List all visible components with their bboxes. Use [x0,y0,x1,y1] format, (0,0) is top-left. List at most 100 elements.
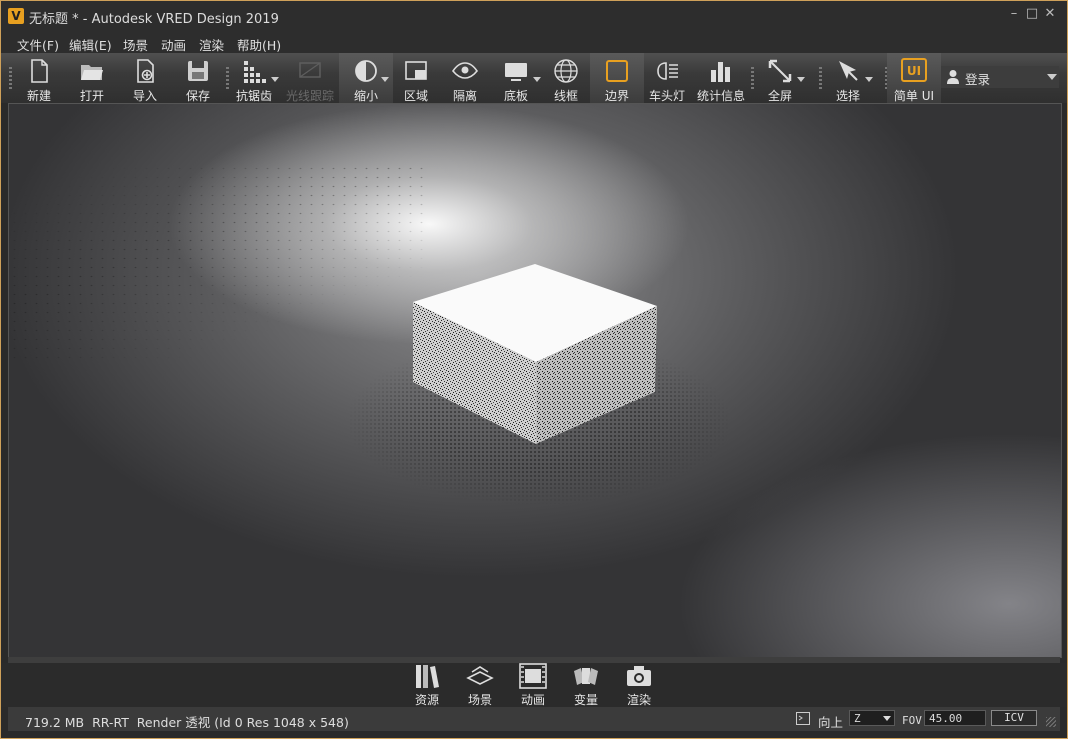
antialias-button[interactable]: 抗锯齿 [227,53,281,103]
zoom-button[interactable]: 缩小 [339,53,393,103]
statistics-label: 统计信息 [696,89,745,103]
render-label: 渲染 [626,693,651,707]
raytrace-label: 光线跟踪 [285,89,334,103]
isolate-label: 隔离 [452,89,477,103]
save-label: 保存 [185,89,210,103]
import-icon [137,59,154,83]
resize-grip-icon[interactable] [1046,717,1056,727]
login-dropdown[interactable]: 登录 [941,66,1059,88]
scene-button[interactable]: 场景 [455,663,505,707]
antialias-grid-icon [244,61,266,83]
bar-chart-icon [711,62,730,82]
bottom-dock: 资源 场景 动画 变量 渲染 [1,663,1067,707]
fov-input[interactable]: 45.00 [924,710,986,726]
title-bar: V 无标题 * - Autodesk VRED Design 2019 – □ … [1,1,1067,31]
isolate-button[interactable]: 隔离 [438,53,492,103]
icv-button[interactable]: ICV [991,710,1037,726]
simple-ui-label: 简单 UI [893,89,935,103]
scene-box-object[interactable] [9,104,1061,657]
statistics-button[interactable]: 统计信息 [694,53,748,103]
new-file-icon [31,59,48,83]
minimize-button[interactable]: – [1007,7,1021,21]
select-cursor-icon [839,61,858,81]
chevron-down-icon[interactable] [865,77,873,82]
boundary-box-icon [606,60,628,82]
variants-label: 变量 [573,693,598,707]
new-button[interactable]: 新建 [12,53,66,103]
close-button[interactable]: ✕ [1043,7,1057,21]
open-folder-icon [81,65,103,80]
menu-bar: 文件(F) 编辑(E) 场景 动画 渲染 帮助(H) [1,31,1067,53]
open-button[interactable]: 打开 [65,53,119,103]
status-info: 719.2 MB RR-RT Render 透视 (Id 0 Res 1048 … [25,715,349,730]
chevron-down-icon[interactable] [271,77,279,82]
chevron-down-icon[interactable] [381,77,389,82]
assets-label: 资源 [414,693,439,707]
import-button[interactable]: 导入 [118,53,172,103]
floor-monitor-icon [505,63,527,81]
scene-label: 场景 [467,693,492,707]
up-axis-label: 向上 [818,715,844,730]
region-button[interactable]: 区域 [389,53,443,103]
headlight-button[interactable]: 车头灯 [640,53,694,103]
boundary-button[interactable]: 边界 [590,53,644,103]
simple-ui-icon: UI [901,58,927,82]
status-bar: 719.2 MB RR-RT Render 透视 (Id 0 Res 1048 … [8,707,1060,731]
assets-books-icon [416,665,439,688]
antialias-label: 抗锯齿 [235,89,272,103]
wireframe-label: 线框 [553,89,578,103]
app-window: V 无标题 * - Autodesk VRED Design 2019 – □ … [1,1,1067,738]
vred-logo-icon: V [8,8,24,24]
menu-scene[interactable]: 场景 [123,35,148,54]
login-label: 登录 [965,72,991,87]
menu-edit[interactable]: 编辑(E) [69,35,112,54]
eye-icon [452,62,478,79]
boundary-label: 边界 [604,89,629,103]
headlight-icon [657,62,678,80]
chevron-down-icon [883,716,891,721]
wireframe-button[interactable]: 线框 [539,53,593,103]
animation-label: 动画 [520,693,545,707]
variants-cards-icon [574,668,598,685]
fullscreen-label: 全屏 [767,89,792,103]
user-icon [947,70,959,84]
contrast-circle-icon [355,60,377,82]
fov-label: FOV [902,714,922,727]
wireframe-globe-icon [554,59,578,83]
import-label: 导入 [132,89,157,103]
floor-button[interactable]: 底板 [489,53,543,103]
save-disk-icon [188,61,208,81]
raytrace-icon [299,62,321,78]
menu-file[interactable]: 文件(F) [17,35,59,54]
terminal-icon[interactable] [796,712,810,725]
zoom-label: 缩小 [353,89,378,103]
raytrace-button[interactable]: 光线跟踪 [283,53,337,103]
headlight-label: 车头灯 [648,89,685,103]
save-button[interactable]: 保存 [171,53,225,103]
menu-render[interactable]: 渲染 [199,35,224,54]
scene-layers-icon [466,666,494,685]
simple-ui-button[interactable]: UI 简单 UI [887,53,941,103]
up-axis-value: Z [854,712,861,725]
main-toolbar: 新建 打开 导入 保存 抗锯齿 光线跟踪 缩小 区域 隔离 底板 线框 边界 车… [1,53,1067,103]
select-button[interactable]: 选择 [821,53,875,103]
open-label: 打开 [79,89,104,103]
render-viewport[interactable] [8,103,1062,658]
maximize-button[interactable]: □ [1025,7,1039,21]
chevron-down-icon[interactable] [797,77,805,82]
fullscreen-arrows-icon [768,59,792,83]
menu-help[interactable]: 帮助(H) [237,35,281,54]
render-button[interactable]: 渲染 [614,663,664,707]
region-icon [405,61,427,80]
region-label: 区域 [403,89,428,103]
menu-animation[interactable]: 动画 [161,35,186,54]
window-title: 无标题 * - Autodesk VRED Design 2019 [29,12,279,27]
animation-button[interactable]: 动画 [508,663,558,707]
fullscreen-button[interactable]: 全屏 [753,53,807,103]
assets-button[interactable]: 资源 [402,663,452,707]
floor-label: 底板 [503,89,528,103]
variants-button[interactable]: 变量 [561,663,611,707]
film-strip-icon [519,663,547,689]
up-axis-select[interactable]: Z [849,710,895,726]
new-label: 新建 [26,89,51,103]
